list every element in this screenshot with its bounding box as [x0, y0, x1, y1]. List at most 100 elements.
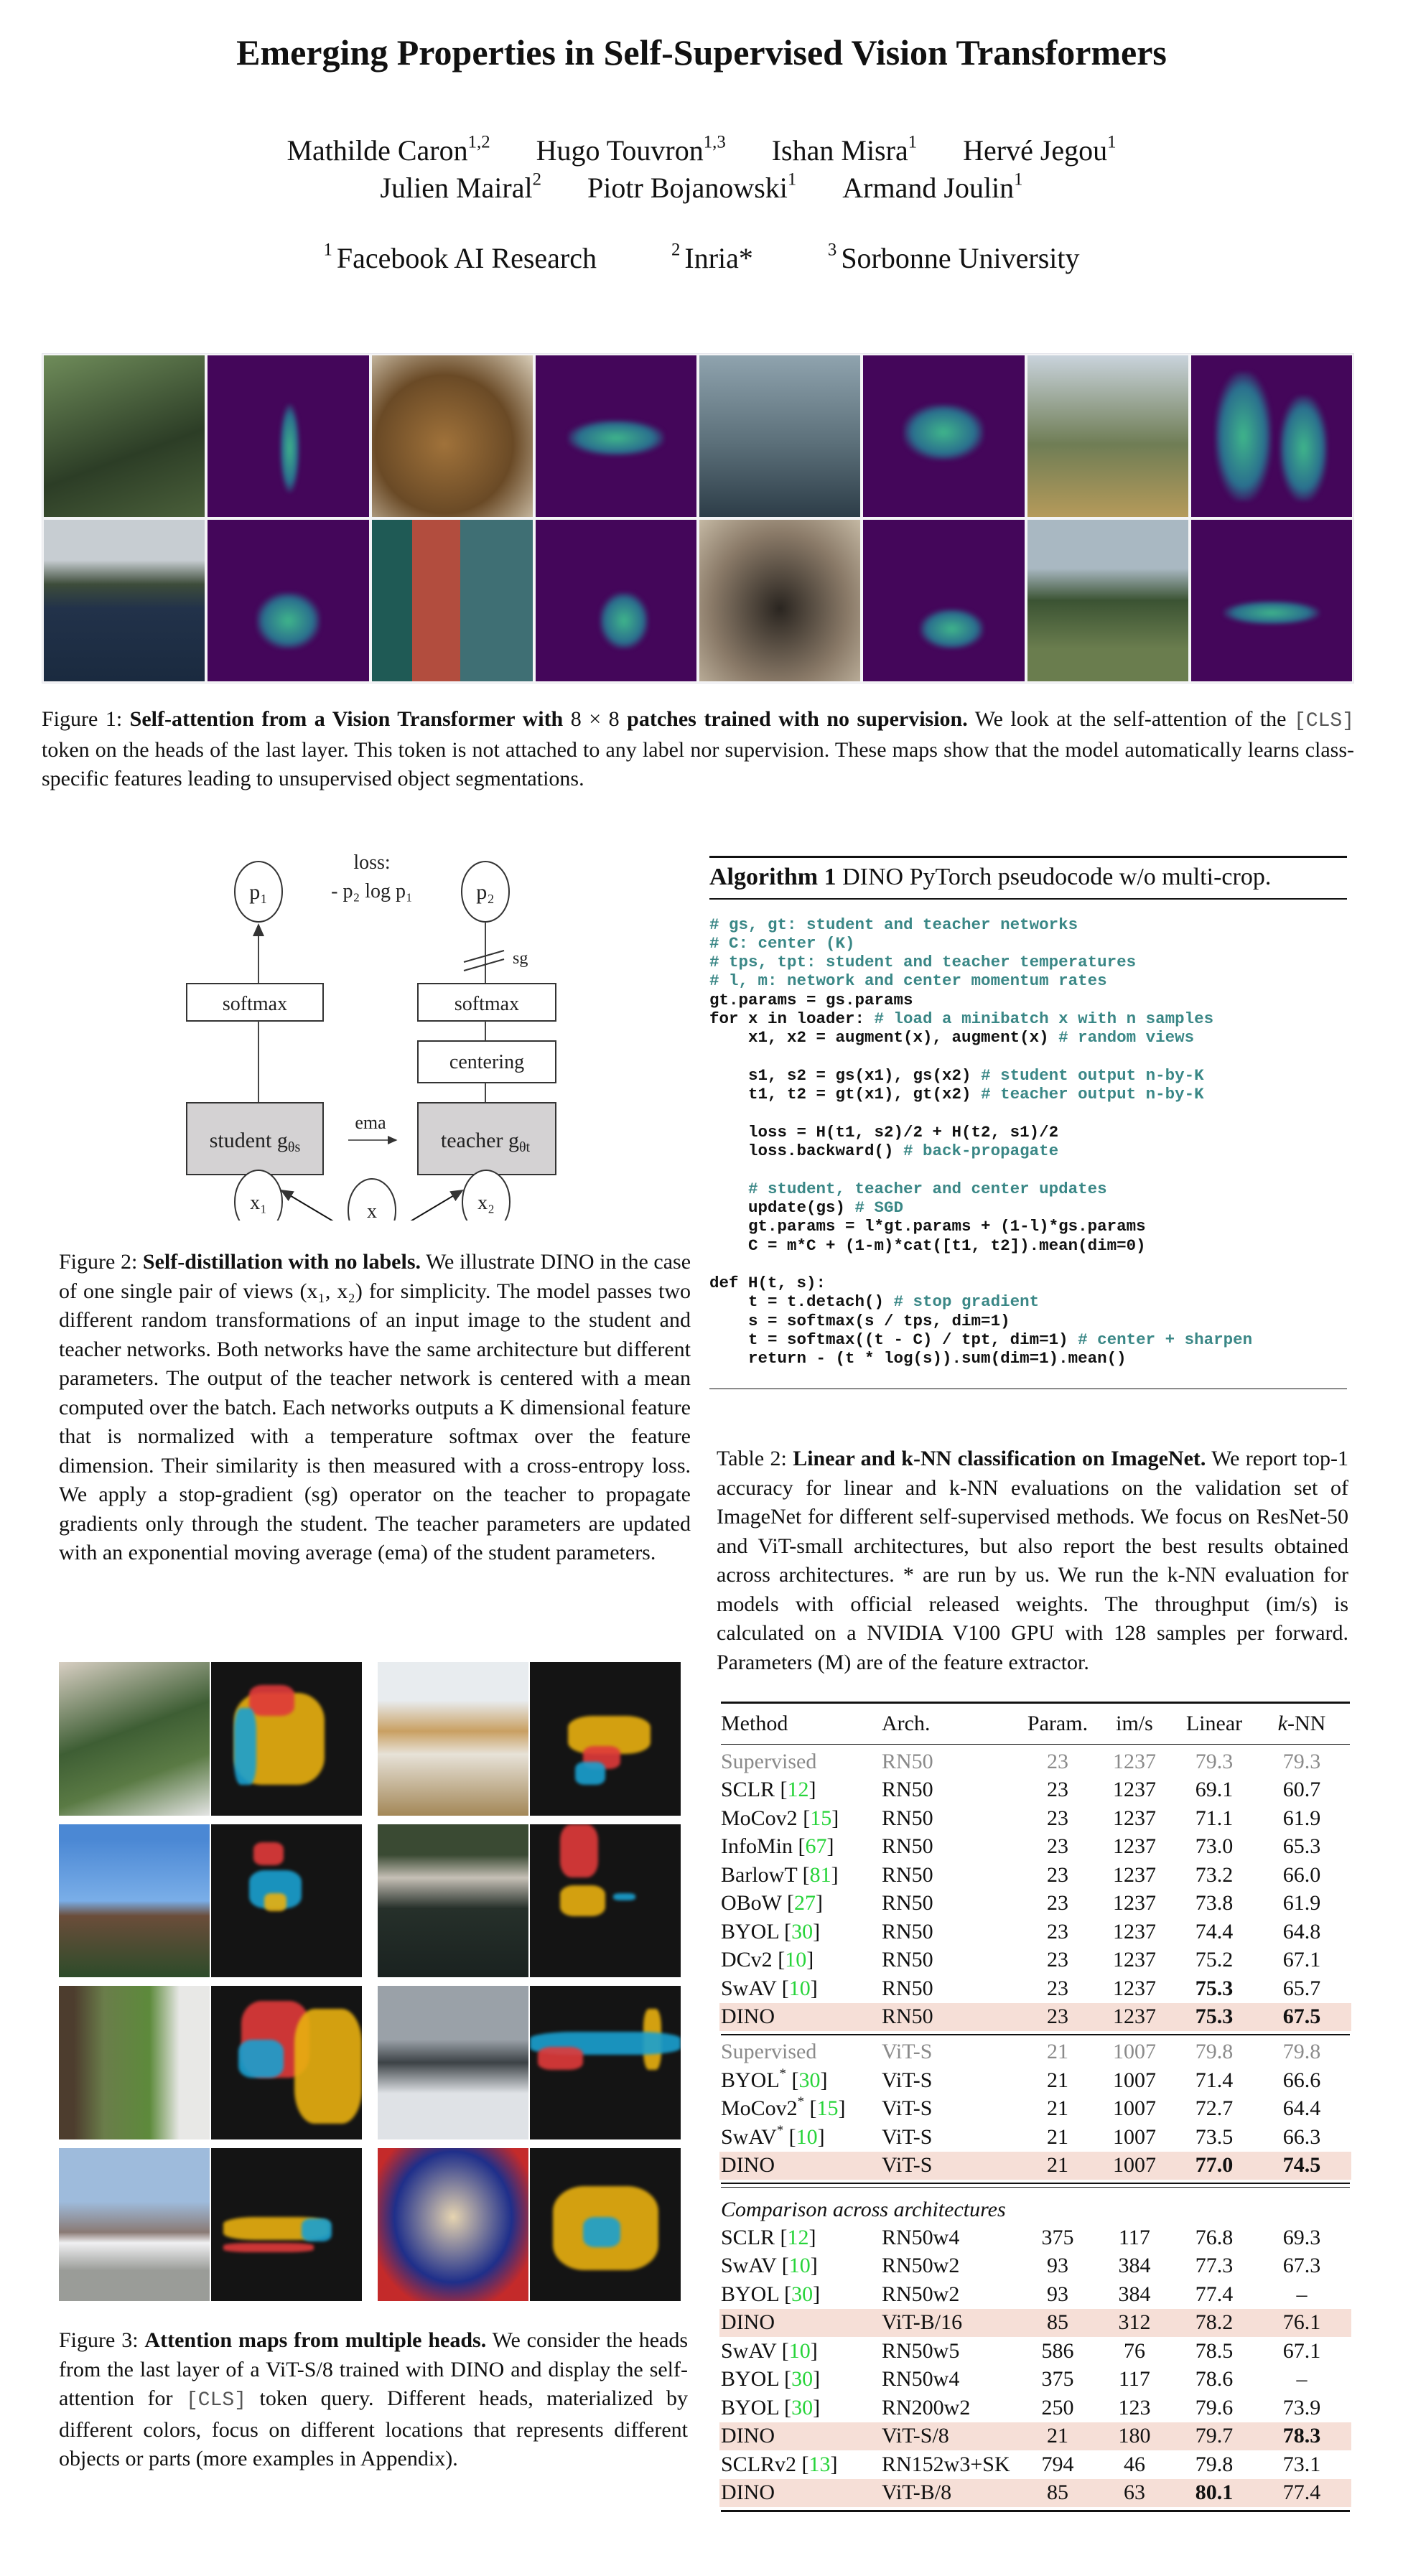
- input-photo-image: [699, 520, 861, 681]
- method-cell: BYOL [30]: [721, 2367, 821, 2391]
- linear-acc-cell: 75.3: [1195, 1976, 1234, 2000]
- table-row: InfoMin [67] RN50 23 1237 73.0 65.3: [721, 1833, 1350, 1862]
- table-2-title: Linear and k-NN classification on ImageN…: [793, 1447, 1206, 1470]
- method-name: BYOL: [721, 2367, 779, 2391]
- author-name-text: Hugo Touvron: [536, 134, 704, 167]
- attention-map-image: [863, 520, 1025, 681]
- method-cell: SCLR [12]: [721, 1778, 816, 1802]
- grid-gutter: [363, 2148, 376, 2302]
- citation-link[interactable]: 12: [788, 1778, 809, 1801]
- input-photo-image: [378, 1662, 528, 1816]
- author-affiliation-mark: 1: [1014, 169, 1023, 190]
- throughput-cell: 384: [1118, 2282, 1151, 2306]
- citation-link[interactable]: 30: [791, 2282, 813, 2306]
- citation-link[interactable]: 10: [789, 2339, 811, 2363]
- multi-head-attention-image: [211, 1986, 362, 2139]
- throughput-cell: 1237: [1113, 1749, 1156, 1773]
- citation-link[interactable]: 30: [791, 2396, 813, 2419]
- code-comment: # center + sharpen: [1078, 1330, 1253, 1350]
- input-photo-image: [371, 355, 533, 517]
- param-cell: 794: [1041, 2452, 1074, 2476]
- grid-gutter: [363, 1986, 376, 2139]
- param-cell: 23: [1047, 1749, 1068, 1773]
- input-photo-image: [371, 520, 533, 681]
- table-row: MoCov2* [15] ViT-S 21 1007 72.7 64.4: [721, 2095, 1350, 2124]
- throughput-cell: 117: [1119, 2367, 1150, 2391]
- affiliation-number: 2: [671, 240, 681, 260]
- throughput-cell: 123: [1118, 2395, 1151, 2419]
- author-affiliation-mark: 1: [908, 132, 918, 152]
- citation-link[interactable]: 81: [810, 1863, 831, 1887]
- knn-acc-cell: 69.3: [1282, 2225, 1321, 2249]
- head-attention-region: [582, 2216, 620, 2248]
- attention-highlight: [1280, 396, 1328, 501]
- multi-head-attention-image: [530, 1662, 681, 1816]
- citation-link[interactable]: 10: [785, 1948, 806, 1971]
- author-name: Ishan Misra1: [772, 134, 917, 167]
- knn-acc-cell: –: [1296, 2282, 1308, 2306]
- citation-link[interactable]: 10: [789, 1977, 811, 2000]
- citation-link[interactable]: 30: [791, 1920, 813, 1943]
- citation-link[interactable]: 12: [788, 2226, 809, 2249]
- method-name: BYOL: [721, 2282, 779, 2306]
- knn-acc-cell: 74.5: [1282, 2153, 1321, 2178]
- input-photo-image: [59, 1824, 210, 1977]
- rerun-star: *: [779, 2066, 786, 2081]
- method-cell: DINO: [721, 2481, 882, 2505]
- code-text: s1, s2 = gs(x1), gs(x2): [709, 1065, 982, 1085]
- method-cell: SwAV [10]: [721, 2254, 818, 2278]
- throughput-cell: 384: [1118, 2254, 1151, 2278]
- knn-acc-cell: 65.7: [1282, 1976, 1321, 2000]
- method-cell: SCLR [12]: [721, 2225, 816, 2249]
- throughput-cell: 46: [1124, 2452, 1145, 2476]
- linear-acc-cell: 71.1: [1195, 1806, 1234, 1830]
- citation-link[interactable]: 67: [806, 1834, 827, 1858]
- input-photo-image: [378, 1824, 528, 1977]
- citation-link[interactable]: 27: [794, 1891, 816, 1915]
- citation-link[interactable]: 13: [809, 2453, 831, 2476]
- author-name-text: Armand Joulin: [842, 172, 1015, 204]
- knn-acc-cell: 73.1: [1282, 2452, 1321, 2476]
- arch-cell: RN50w5: [882, 2338, 960, 2363]
- method-name: BarlowT: [721, 1862, 798, 1887]
- linear-acc-cell: 73.5: [1195, 2124, 1234, 2149]
- loss-label: loss:: [353, 851, 390, 874]
- method-name: SwAV: [721, 2124, 777, 2149]
- throughput-cell: 1237: [1113, 1948, 1156, 1972]
- arch-cell: RN50w2: [882, 2282, 960, 2306]
- figure-2-diagram: p₁ loss: - p₂ log p₁ p₂ softmax student …: [172, 847, 617, 1243]
- knn-acc-cell: 78.3: [1282, 2424, 1321, 2448]
- column-header: Linear: [1185, 1711, 1243, 1735]
- linear-acc-cell: 73.8: [1195, 1891, 1234, 1915]
- authors-row-2: Julien Mairal2 Piotr Bojanowski1 Armand Jo…: [0, 171, 1403, 205]
- affiliations: 1 Facebook AI Research 2 Inria* 3 Sorbonne Un…: [0, 241, 1403, 275]
- param-cell: 586: [1041, 2338, 1074, 2363]
- figure-1-title-b: patches trained with no supervision.: [627, 707, 968, 731]
- method-name: SCLR: [721, 2225, 775, 2249]
- figure-3-label: Figure 3:: [59, 2328, 139, 2352]
- citation-link[interactable]: 10: [796, 2125, 818, 2149]
- author-name: Hugo Touvron1,3: [536, 134, 726, 167]
- code-text: t1, t2 = gt(x1), gt(x2): [709, 1085, 982, 1104]
- figure-1-title-a: Self-attention from a Vision Transformer…: [129, 707, 564, 731]
- paper-title: Emerging Properties in Self-Supervised V…: [236, 32, 1167, 73]
- pseudocode-block: # gs, gt: student and teacher networks #…: [709, 915, 1347, 1368]
- citation-link[interactable]: 30: [798, 2068, 820, 2092]
- citation-link[interactable]: 10: [789, 2254, 811, 2277]
- citation-link[interactable]: 15: [816, 2096, 838, 2120]
- method-cell: SCLRv2 [13]: [721, 2452, 838, 2476]
- teacher-network-label: teacher gθt: [441, 1129, 531, 1155]
- throughput-cell: 1237: [1113, 1862, 1156, 1887]
- multi-head-attention-image: [530, 1986, 681, 2139]
- head-attention-region: [575, 1761, 605, 1785]
- arch-cell: RN50: [882, 1862, 933, 1887]
- citation-link[interactable]: 30: [791, 2367, 813, 2391]
- citation-link[interactable]: 15: [810, 1806, 831, 1830]
- head-attention-region: [238, 2039, 284, 2078]
- affiliation-name: Inria*: [684, 242, 753, 274]
- knn-acc-cell: 64.8: [1282, 1919, 1321, 1943]
- code-text: x1, x2 = augment(x), augment(x): [709, 1028, 1059, 1047]
- multi-head-attention-image: [211, 1824, 362, 1977]
- x-to-x2-arrow: [394, 1189, 464, 1231]
- code-comment: # student output n-by-K: [981, 1065, 1204, 1085]
